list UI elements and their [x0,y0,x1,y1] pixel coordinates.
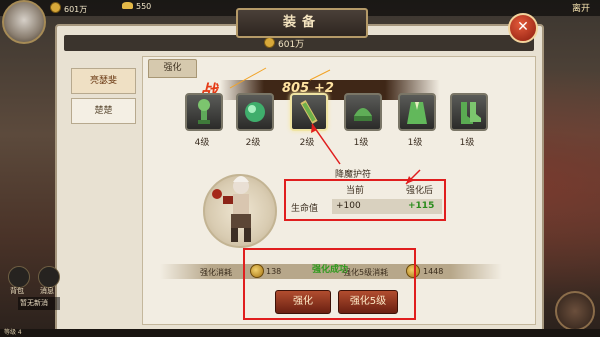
message-button[interactable] [38,266,60,288]
stat-after: +115 [408,201,435,211]
stat-current: +100 [336,201,361,211]
window-title: 装备 [236,8,368,38]
player-level: 等级 4 [4,329,22,336]
cost5-value: 1448 [423,267,444,276]
message-label: 消息 [40,287,54,295]
close-button[interactable]: ✕ [508,13,538,43]
col-after: 强化后 [406,186,434,196]
enhance-5-button[interactable]: 强化5级 [338,290,398,314]
spark-2 [309,69,331,81]
cost-label: 强化消耗 [200,268,232,277]
spark-1 [229,67,267,89]
enhance-button[interactable]: 强化 [275,290,331,314]
close-icon: ✕ [517,19,529,35]
skill-button[interactable] [555,291,595,331]
item-name: 降魔护符 [335,170,372,180]
bag-button[interactable] [8,266,30,288]
arrow-head-1 [311,124,317,133]
exp-bar [0,329,600,337]
stat-name: 生命值 [291,204,319,214]
bag-label: 背包 [10,287,24,295]
col-current: 当前 [346,186,365,196]
chat-preview[interactable]: 暂无新消 [18,297,60,310]
